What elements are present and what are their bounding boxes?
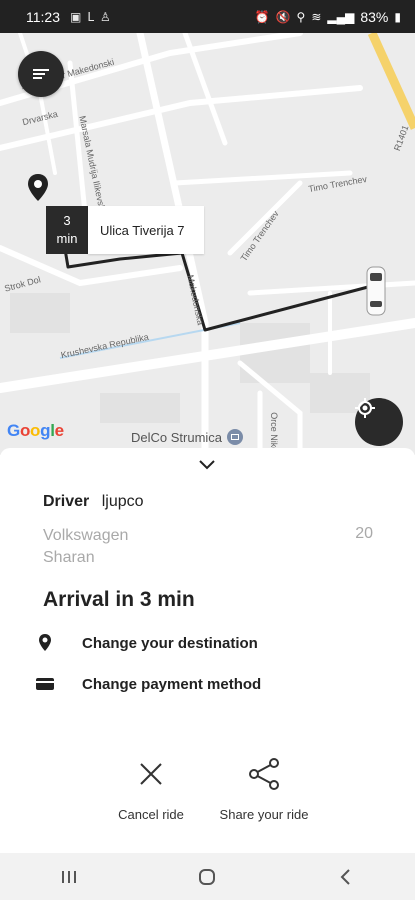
driver-row: Driver ljupco	[43, 493, 144, 511]
alarm-icon: ⏰	[254, 9, 270, 24]
crosshair-icon	[355, 398, 375, 418]
close-icon	[106, 754, 196, 794]
change-payment-label: Change payment method	[82, 675, 262, 693]
status-bar: 11:23 ▣ ᒪ ♙ ⏰ 🔇 ⚲ ≋ ▂▄▆ 83% ▮	[0, 0, 415, 33]
mail-icon	[227, 429, 244, 445]
ride-details-sheet: Driver ljupco Volkswagen Sharan 20 Arriv…	[0, 448, 415, 853]
car-icon	[366, 266, 386, 316]
location-status-icon: ⚲	[296, 9, 306, 24]
destination-label: Ulica Tiverija 7	[88, 206, 204, 254]
car-number: 20	[355, 525, 373, 542]
notification-icons: ▣ ᒪ ♙	[70, 10, 111, 24]
app-icon: ᒪ	[87, 9, 95, 24]
mute-icon: 🔇	[275, 9, 291, 24]
change-destination-label: Change your destination	[82, 634, 258, 652]
driver-name: ljupco	[101, 493, 144, 510]
menu-button[interactable]	[18, 51, 64, 97]
poi-marker[interactable]: DelCo Strumica	[131, 429, 244, 445]
wifi-icon: ≋	[311, 9, 322, 24]
eta-badge: 3 min	[46, 206, 88, 254]
cancel-ride-label: Cancel ride	[118, 807, 184, 822]
battery-percent: 83%	[360, 8, 389, 25]
share-ride-button[interactable]: Share your ride	[219, 754, 309, 823]
gallery-icon: ▣	[70, 9, 82, 24]
home-icon[interactable]	[197, 867, 217, 887]
cancel-ride-button[interactable]: Cancel ride	[106, 754, 196, 823]
signal-icon: ▂▄▆	[327, 9, 355, 24]
arrival-text: Arrival in 3 min	[43, 588, 195, 611]
share-icon	[219, 754, 309, 794]
change-payment-button[interactable]: Change payment method	[34, 673, 261, 695]
recent-apps-icon[interactable]	[59, 868, 79, 886]
destination-pin-icon	[28, 174, 48, 201]
eta-unit: min	[56, 231, 78, 246]
chevron-down-icon[interactable]	[197, 458, 217, 472]
location-pin-icon	[34, 632, 56, 654]
bag-icon: ♙	[100, 9, 111, 24]
car-model: Volkswagen Sharan	[43, 527, 129, 566]
battery-icon: ▮	[394, 9, 401, 24]
eta-value: 3	[63, 213, 71, 228]
driver-key: Driver	[43, 493, 90, 510]
system-nav-bar	[0, 853, 415, 900]
status-right: ⏰ 🔇 ⚲ ≋ ▂▄▆ 83% ▮	[255, 0, 401, 33]
google-logo: Google	[7, 421, 64, 440]
map-view[interactable]: Aleksandar Makedonski Drvarska Marsala M…	[0, 33, 415, 455]
status-time: 11:23	[26, 8, 60, 25]
poi-label: DelCo Strumica	[131, 429, 223, 445]
share-ride-label: Share your ride	[219, 807, 309, 822]
change-destination-button[interactable]: Change your destination	[34, 632, 258, 654]
credit-card-icon	[34, 673, 56, 695]
my-location-button[interactable]	[355, 398, 403, 446]
back-icon[interactable]	[336, 867, 356, 887]
